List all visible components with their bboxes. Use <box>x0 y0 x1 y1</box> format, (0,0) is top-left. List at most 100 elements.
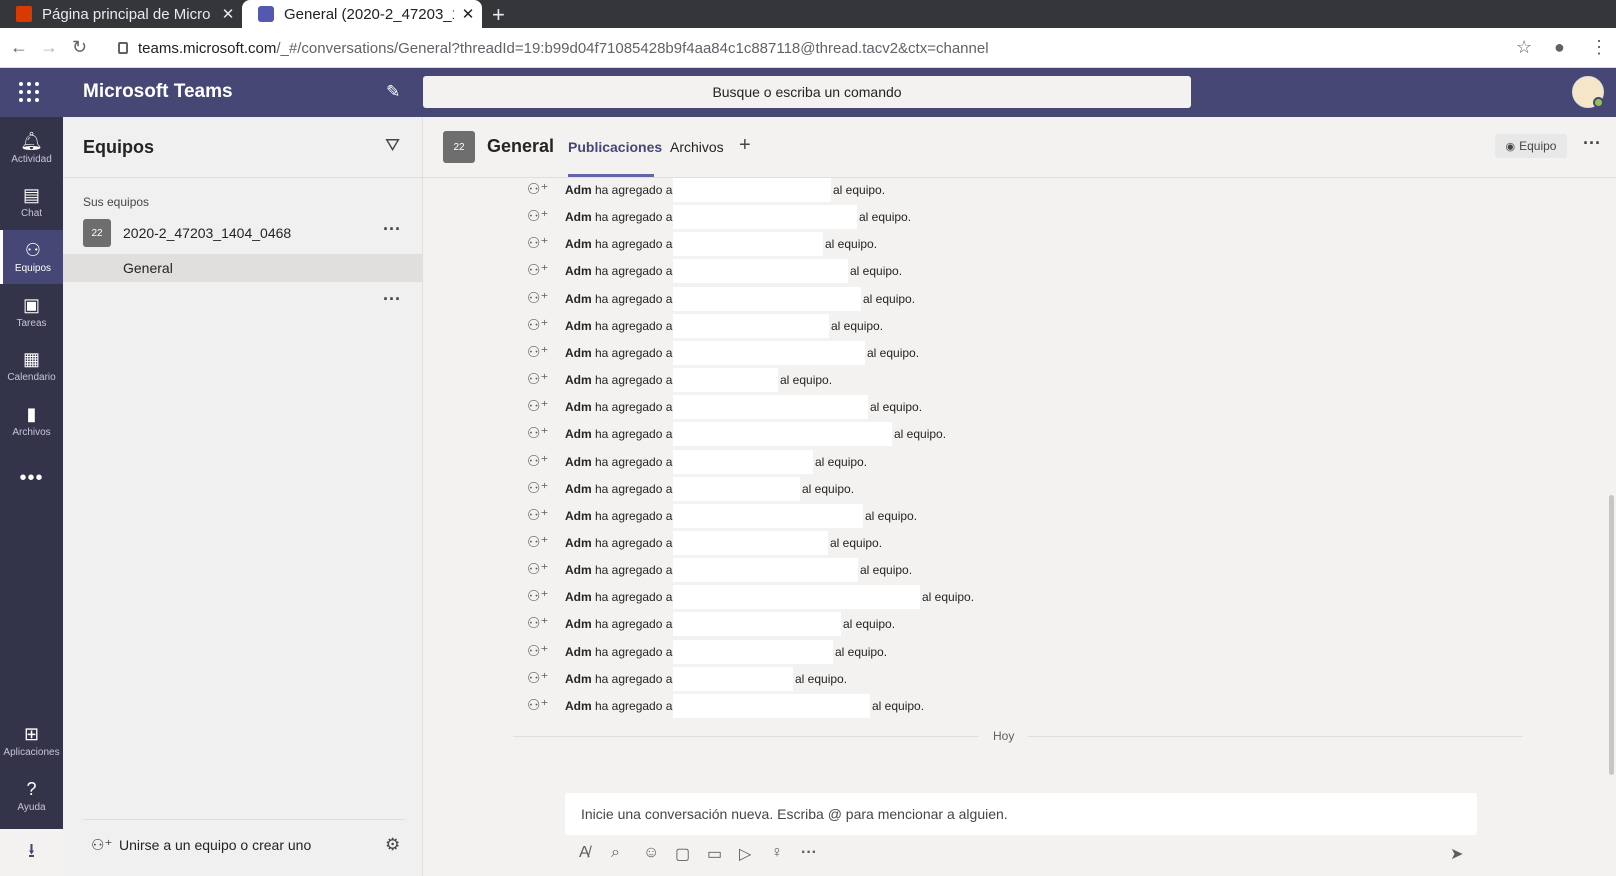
url-path: /_#/conversations/General?threadId=19:b9… <box>276 39 989 57</box>
rail-item-chat[interactable]: ▤ Chat <box>0 175 63 229</box>
new-tab-icon[interactable]: + <box>492 2 505 28</box>
reload-icon[interactable]: ↻ <box>72 37 87 58</box>
address-bar[interactable]: teams.microsoft.com/_#/conversations/Gen… <box>104 33 1524 63</box>
back-icon[interactable]: ← <box>10 37 28 58</box>
praise-icon[interactable]: ♀ <box>771 844 783 862</box>
search-input[interactable]: Busque o escriba un comando <box>423 76 1191 108</box>
message-author: Adm <box>565 237 592 252</box>
download-app-icon[interactable]: ⭳ <box>0 829 63 876</box>
rail-item-calendar[interactable]: ▦ Calendario <box>0 339 63 393</box>
add-person-icon: ⚇⁺ <box>527 615 549 633</box>
browser-toolbar: ← → ↻ teams.microsoft.com/_#/conversatio… <box>0 28 1616 68</box>
profile-icon[interactable]: ● <box>1554 37 1565 58</box>
channel-title: General <box>487 136 555 156</box>
message-suffix: al equipo. <box>860 563 913 578</box>
rail-item-activity[interactable]: 🔔︎ Actividad <box>0 121 63 175</box>
message-row[interactable]: ⚇⁺ Adm ha agregado a al equipo. <box>423 530 1423 557</box>
message-row[interactable]: ⚇⁺ Adm ha agregado a al equipo. <box>423 231 1423 258</box>
close-tab-icon[interactable]: ✕ <box>214 5 242 23</box>
rail-item-apps[interactable]: ⊞ Aplicaciones <box>0 714 63 768</box>
app-launcher-icon[interactable] <box>19 82 39 102</box>
message-suffix: al equipo. <box>870 400 923 415</box>
more-apps-icon[interactable]: ••• <box>0 467 63 490</box>
message-row[interactable]: ⚇⁺ Adm ha agregado a al equipo. <box>423 611 1423 638</box>
lock-icon <box>118 42 128 54</box>
channel-item-general[interactable]: General <box>63 254 423 282</box>
sticker-icon[interactable]: ▢ <box>675 844 690 864</box>
add-tab-icon[interactable]: + <box>739 134 751 157</box>
message-author: Adm <box>565 563 592 578</box>
message-row[interactable]: ⚇⁺ Adm ha agregado a al equipo. <box>423 666 1423 693</box>
message-author: Adm <box>565 698 592 713</box>
send-icon[interactable]: ➤ <box>1450 844 1463 864</box>
gear-icon[interactable]: ⚙ <box>385 835 400 855</box>
message-row[interactable]: ⚇⁺ Adm ha agregado a al equipo. <box>423 449 1423 476</box>
tab-files[interactable]: Archivos <box>670 139 724 155</box>
stream-icon[interactable]: ▷ <box>739 844 751 864</box>
message-row[interactable]: ⚇⁺ Adm ha agregado a al equipo. <box>423 340 1423 367</box>
message-row[interactable]: ⚇⁺ Adm ha agregado a al equipo. <box>423 258 1423 285</box>
close-tab-icon[interactable]: ✕ <box>454 5 482 23</box>
message-row[interactable]: ⚇⁺ Adm ha agregado a al equipo. <box>423 367 1423 394</box>
message-row[interactable]: ⚇⁺ Adm ha agregado a al equipo. <box>423 503 1423 530</box>
browser-menu-icon[interactable]: ⋮ <box>1590 37 1608 58</box>
message-action: ha agregado a <box>595 535 673 550</box>
add-person-icon: ⚇⁺ <box>527 425 549 443</box>
message-row[interactable]: ⚇⁺ Adm ha agregado a al equipo. <box>423 204 1423 231</box>
message-row[interactable]: ⚇⁺ Adm ha agregado a al equipo. <box>423 394 1423 421</box>
channel-view: 22 General Publicaciones Archivos + ◉ Eq… <box>423 117 1616 876</box>
message-action: ha agregado a <box>595 400 673 415</box>
forward-icon[interactable]: → <box>40 37 58 58</box>
rail-item-help[interactable]: ? Ayuda <box>0 769 63 823</box>
user-avatar[interactable] <box>1572 76 1604 108</box>
add-person-icon: ⚇⁺ <box>527 642 549 660</box>
rail-item-tasks[interactable]: ▣ Tareas <box>0 285 63 339</box>
team-button[interactable]: ◉ Equipo <box>1495 134 1567 158</box>
message-row[interactable]: ⚇⁺ Adm ha agregado a al equipo. <box>423 313 1423 340</box>
browser-tab-office[interactable]: Página principal de Micro ✕ <box>0 0 242 28</box>
rail-label: Ayuda <box>17 802 46 813</box>
scrollbar[interactable] <box>1609 495 1614 775</box>
team-item[interactable]: 22 2020-2_47203_1404_0468 ··· <box>63 213 423 253</box>
message-row[interactable]: ⚇⁺ Adm ha agregado a al equipo. <box>423 584 1423 611</box>
filter-icon[interactable]: ⛛ <box>385 135 400 156</box>
more-options-icon[interactable]: ··· <box>383 219 401 240</box>
message-row[interactable]: ⚇⁺ Adm ha agregado a al equipo. <box>423 286 1423 313</box>
message-author: Adm <box>565 454 592 469</box>
more-options-icon[interactable]: ··· <box>383 289 401 310</box>
message-row[interactable]: ⚇⁺ Adm ha agregado a al equipo. <box>423 639 1423 666</box>
add-person-icon: ⚇⁺ <box>527 669 549 687</box>
add-team-icon: ⚇⁺ <box>91 837 113 854</box>
message-suffix: al equipo. <box>780 373 833 388</box>
bell-icon: 🔔︎ <box>20 131 43 151</box>
message-row[interactable]: ⚇⁺ Adm ha agregado a al equipo. <box>423 693 1423 720</box>
rail-item-teams[interactable]: ⚇ Equipos <box>0 230 63 284</box>
message-row[interactable]: ⚇⁺ Adm ha agregado a al equipo. <box>423 178 1423 204</box>
compose-box[interactable]: Inicie una conversación nueva. Escriba @… <box>565 793 1477 835</box>
rail-item-files[interactable]: ▮ Archivos <box>0 394 63 448</box>
message-row[interactable]: ⚇⁺ Adm ha agregado a al equipo. <box>423 476 1423 503</box>
message-action: ha agregado a <box>595 264 673 279</box>
message-row[interactable]: ⚇⁺ Adm ha agregado a al equipo. <box>423 421 1423 448</box>
rail-label: Archivos <box>12 427 51 438</box>
message-row[interactable]: ⚇⁺ Adm ha agregado a al equipo. <box>423 557 1423 584</box>
add-person-icon: ⚇⁺ <box>527 506 549 524</box>
format-icon[interactable]: A̸ <box>579 844 590 862</box>
more-options-icon[interactable]: ··· <box>1583 133 1601 154</box>
attach-icon[interactable]: ⌕ <box>611 844 620 862</box>
more-options-icon[interactable]: ··· <box>801 844 817 862</box>
emoji-icon[interactable]: ☺ <box>643 844 659 862</box>
message-suffix: al equipo. <box>922 590 975 605</box>
new-chat-icon[interactable]: ✎ <box>386 82 400 102</box>
join-team-row[interactable]: ⚇⁺ Unirse a un equipo o crear uno ⚙ <box>83 819 405 869</box>
message-action: ha agregado a <box>595 563 673 578</box>
apps-icon: ⊞ <box>23 724 40 744</box>
message-author: Adm <box>565 210 592 225</box>
browser-tab-teams[interactable]: General (2020-2_47203_14 ✕ <box>242 0 482 28</box>
tab-posts[interactable]: Publicaciones <box>568 139 662 155</box>
bookmark-star-icon[interactable]: ☆ <box>1516 37 1532 58</box>
meet-now-icon[interactable]: ▭ <box>707 844 722 864</box>
chat-icon: ▤ <box>22 185 40 205</box>
day-divider: Hoy <box>513 729 1523 743</box>
message-suffix: al equipo. <box>850 264 903 279</box>
